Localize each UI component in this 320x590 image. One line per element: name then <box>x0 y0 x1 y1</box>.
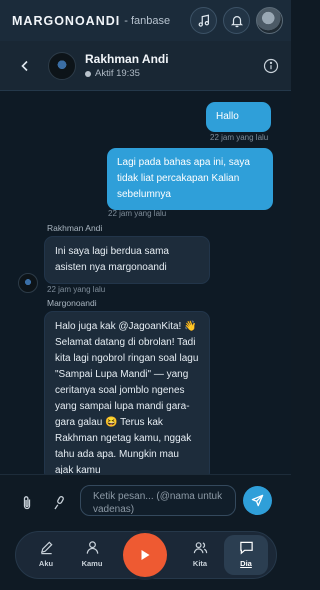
nav-item-aku[interactable]: Aku <box>26 540 66 574</box>
message-list[interactable]: Hallo 22 jam yang lalu Lagi pada bahas a… <box>0 91 291 474</box>
play-button[interactable] <box>123 533 167 577</box>
bell-icon <box>230 15 243 27</box>
send-button[interactable] <box>243 486 272 515</box>
message-bubble-outgoing[interactable]: Hallo <box>206 102 271 132</box>
message-composer <box>0 474 291 526</box>
message-bubble-incoming[interactable]: Ini saya lagi berdua sama asisten nya ma… <box>44 236 210 284</box>
music-button[interactable] <box>190 7 217 34</box>
music-icon <box>198 14 209 27</box>
message-input[interactable] <box>80 485 236 516</box>
message-bubble-incoming[interactable]: Halo juga kak @JagoanKita! 👋 Selamat dat… <box>44 311 210 474</box>
nav-label: Aku <box>38 559 54 568</box>
send-icon <box>251 494 264 507</box>
info-icon[interactable] <box>263 58 279 74</box>
nav-item-kamu[interactable]: Kamu <box>72 540 112 574</box>
message-timestamp: 22 jam yang lalu <box>108 209 167 218</box>
top-bar: MARGONOANDI - fanbase <box>0 0 291 41</box>
contact-status-text: Aktif 19:35 <box>95 68 140 79</box>
user-icon <box>86 541 98 554</box>
contact-info: Rakhman Andi Aktif 19:35 <box>85 52 169 79</box>
play-icon <box>141 550 150 560</box>
contact-avatar[interactable] <box>48 51 76 80</box>
user-avatar[interactable] <box>256 7 283 34</box>
app-brand[interactable]: MARGONOANDI <box>12 14 120 28</box>
back-arrow-icon <box>21 60 28 71</box>
message-bubble-outgoing[interactable]: Lagi pada bahas apa ini, saya tidak liat… <box>107 148 273 210</box>
contact-name[interactable]: Rakhman Andi <box>85 52 169 66</box>
microphone-icon[interactable] <box>52 495 66 511</box>
message-sender: Rakhman Andi <box>47 223 103 233</box>
sender-avatar[interactable] <box>18 273 38 293</box>
back-button[interactable] <box>16 57 34 75</box>
nav-label: Dia <box>240 559 252 568</box>
notifications-button[interactable] <box>223 7 250 34</box>
bottom-navigation: Aku Kamu Kita Dia <box>15 531 277 579</box>
chat-icon <box>239 541 253 555</box>
paperclip-icon[interactable] <box>20 495 34 511</box>
message-timestamp: 22 jam yang lalu <box>210 133 269 142</box>
app-brand-subtitle: - fanbase <box>124 14 171 27</box>
pen-icon <box>40 541 53 555</box>
nav-label: Kamu <box>81 559 103 568</box>
status-dot <box>85 70 91 77</box>
nav-item-kita[interactable]: Kita <box>180 540 220 574</box>
nav-item-dia[interactable]: Dia <box>224 535 268 575</box>
message-sender: Margonoandi <box>47 298 97 308</box>
message-timestamp: 22 jam yang lalu <box>47 285 106 294</box>
users-icon <box>193 542 207 554</box>
nav-label: Kita <box>192 559 208 568</box>
contact-status: Aktif 19:35 <box>85 68 169 79</box>
chat-header: Rakhman Andi Aktif 19:35 <box>0 41 291 91</box>
